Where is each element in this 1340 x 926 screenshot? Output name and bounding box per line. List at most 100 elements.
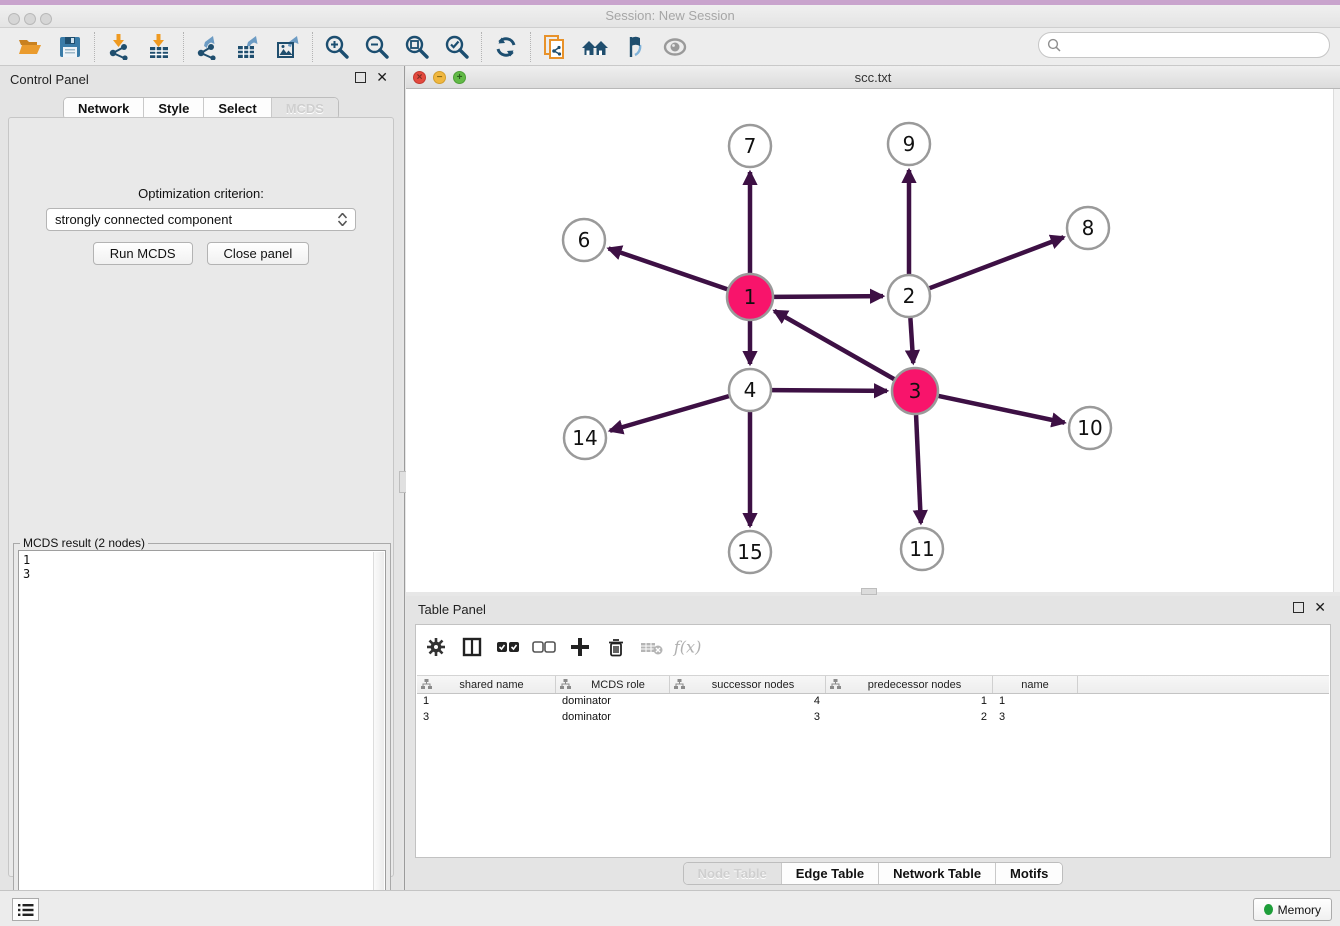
import-network-button[interactable]	[99, 31, 139, 63]
import-table-button[interactable]	[139, 31, 179, 63]
graph-edge-2-3[interactable]	[910, 318, 913, 363]
export-image-button[interactable]	[268, 31, 308, 63]
graph-node-7[interactable]: 7	[729, 125, 771, 167]
control-panel-title: Control Panel	[10, 72, 89, 87]
graph-node-10[interactable]: 10	[1069, 407, 1111, 449]
graph-node-2[interactable]: 2	[888, 275, 930, 317]
chevron-up-down-icon	[338, 213, 347, 226]
delete-table-button	[636, 632, 668, 662]
zoom-selected-button[interactable]	[437, 31, 477, 63]
run-mcds-button[interactable]: Run MCDS	[93, 242, 193, 265]
criterion-dropdown[interactable]: strongly connected component	[46, 208, 356, 231]
toolbar-separator	[481, 32, 482, 62]
graph-edge-4-14[interactable]	[610, 396, 729, 431]
mcds-result-text[interactable]: 1 3	[18, 550, 386, 918]
graph-node-15[interactable]: 15	[729, 531, 771, 573]
network-overview-button[interactable]	[535, 31, 575, 63]
add-column-button[interactable]	[564, 632, 596, 662]
network-splitter-handle[interactable]	[861, 588, 877, 595]
graph-edge-1-6[interactable]	[609, 248, 728, 289]
home-icon	[580, 34, 610, 60]
node-label: 11	[909, 537, 934, 561]
close-panel-icon[interactable]: ✕	[376, 72, 388, 83]
mcds-result-title: MCDS result (2 nodes)	[20, 536, 148, 550]
close-panel-icon[interactable]: ✕	[1314, 602, 1326, 613]
graph-node-4[interactable]: 4	[729, 369, 771, 411]
table-row[interactable]: 3dominator323	[417, 710, 1329, 726]
open-session-button[interactable]	[10, 31, 50, 63]
network-canvas[interactable]: 7 9 6 8 1 2 4 3 14 10 15 11	[406, 89, 1340, 592]
table-cell: 2	[826, 710, 993, 725]
graph-node-6[interactable]: 6	[563, 219, 605, 261]
tab-motifs[interactable]: Motifs	[996, 863, 1062, 884]
column-header-name[interactable]: name	[993, 676, 1078, 693]
export-table-button[interactable]	[228, 31, 268, 63]
toolbar-separator	[94, 32, 95, 62]
task-history-button[interactable]	[12, 898, 39, 921]
network-overview-icon	[542, 34, 568, 60]
column-header-successor-nodes[interactable]: successor nodes	[670, 676, 826, 693]
search-input[interactable]	[1062, 38, 1312, 53]
flag-button[interactable]	[615, 31, 655, 63]
memory-status-icon	[1264, 904, 1273, 915]
function-builder-icon: f(x)	[672, 635, 704, 659]
zoom-fit-icon	[404, 34, 430, 60]
node-table: shared nameMCDS rolesuccessor nodesprede…	[417, 675, 1329, 726]
zoom-in-button[interactable]	[317, 31, 357, 63]
column-header-MCDS-role[interactable]: MCDS role	[556, 676, 670, 693]
graph-edge-3-1[interactable]	[774, 311, 894, 379]
close-panel-button[interactable]: Close panel	[207, 242, 310, 265]
gear-icon	[425, 636, 447, 658]
deselect-all-button[interactable]	[528, 632, 560, 662]
graph-node-14[interactable]: 14	[564, 417, 606, 459]
tab-style[interactable]: Style	[144, 98, 204, 119]
memory-button[interactable]: Memory	[1253, 898, 1332, 921]
graph-edge-3-10[interactable]	[938, 396, 1064, 423]
mcds-panel-body: Optimization criterion: strongly connect…	[8, 117, 394, 877]
graph-edge-2-8[interactable]	[930, 237, 1064, 288]
tab-mcds[interactable]: MCDS	[272, 98, 338, 119]
zoom-out-button[interactable]	[357, 31, 397, 63]
attribute-tree-icon	[560, 679, 571, 690]
column-header-predecessor-nodes[interactable]: predecessor nodes	[826, 676, 993, 693]
select-all-button[interactable]	[492, 632, 524, 662]
eye-button[interactable]	[655, 31, 695, 63]
graph-edge-4-3[interactable]	[772, 390, 887, 391]
export-network-button[interactable]	[188, 31, 228, 63]
zoom-fit-button[interactable]	[397, 31, 437, 63]
graph-node-9[interactable]: 9	[888, 123, 930, 165]
save-session-button[interactable]	[50, 31, 90, 63]
search-field[interactable]	[1038, 32, 1330, 58]
table-cell: 3	[670, 710, 826, 725]
graph-node-11[interactable]: 11	[901, 528, 943, 570]
graph-edge-3-11[interactable]	[916, 415, 921, 523]
tab-edge-table[interactable]: Edge Table	[782, 863, 879, 884]
home-button[interactable]	[575, 31, 615, 63]
node-label: 8	[1082, 216, 1095, 240]
graph-node-1[interactable]: 1	[727, 274, 773, 320]
attribute-tree-icon	[421, 679, 432, 690]
network-window-titlebar[interactable]: × − + scc.txt	[406, 66, 1340, 89]
refresh-button[interactable]	[486, 31, 526, 63]
delete-button[interactable]	[600, 632, 632, 662]
scrollbar-track[interactable]	[373, 552, 384, 916]
export-image-icon	[275, 34, 301, 60]
graph-node-3[interactable]: 3	[892, 368, 938, 414]
table-cell: 4	[670, 694, 826, 709]
float-panel-icon[interactable]	[355, 72, 366, 83]
tab-select[interactable]: Select	[204, 98, 271, 119]
tab-network[interactable]: Network	[64, 98, 144, 119]
tab-network-table[interactable]: Network Table	[879, 863, 996, 884]
node-label: 2	[903, 284, 916, 308]
network-scrollbar[interactable]	[1333, 89, 1340, 592]
table-row[interactable]: 1dominator411	[417, 694, 1329, 710]
task-list-icon	[18, 903, 34, 917]
graph-edge-1-2[interactable]	[774, 296, 883, 297]
graph-node-8[interactable]: 8	[1067, 207, 1109, 249]
svg-text:f(x): f(x)	[673, 638, 701, 657]
show-column-panel-button[interactable]	[456, 632, 488, 662]
tab-node-table[interactable]: Node Table	[684, 863, 782, 884]
column-header-shared-name[interactable]: shared name	[417, 676, 556, 693]
float-panel-icon[interactable]	[1293, 602, 1304, 613]
table-settings-button[interactable]	[420, 632, 452, 662]
